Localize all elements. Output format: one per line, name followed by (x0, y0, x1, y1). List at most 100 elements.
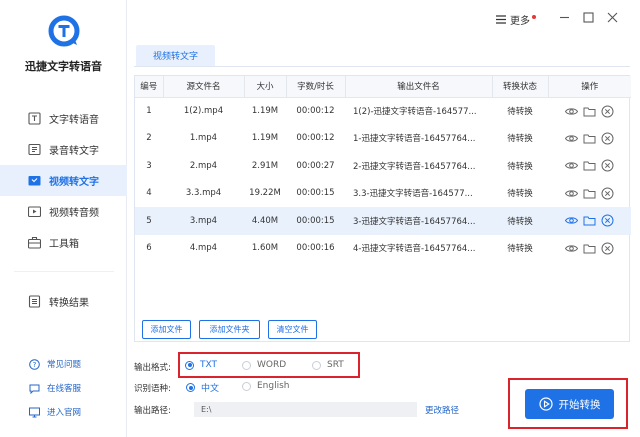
delete-x-icon[interactable] (601, 187, 614, 200)
sidebar-item-toolbox[interactable]: 工具箱 (0, 227, 127, 258)
video-audio-icon (28, 205, 41, 218)
add-folder-button[interactable]: 添加文件夹 (199, 320, 260, 339)
table-row[interactable]: 2 1.mp4 1.19M 00:00:12 1-迅捷文字转语音-1645776… (135, 125, 631, 153)
open-folder-icon[interactable] (583, 214, 596, 227)
sidebar-links: ? 常见问题 在线客服 进入官网 (0, 352, 127, 424)
delete-x-icon[interactable] (601, 132, 614, 145)
table-row-selected[interactable]: 5 3.mp4 4.40M 00:00:15 3-迅捷文字转语音-1645776… (135, 207, 631, 235)
link-official-site[interactable]: 进入官网 (0, 400, 127, 424)
tab-divider (134, 66, 630, 67)
cell-status: 待转换 (507, 107, 533, 117)
cell-source: 4.mp4 (189, 243, 218, 254)
delete-x-icon[interactable] (601, 159, 614, 172)
format-radio-word[interactable]: WORD (242, 360, 286, 370)
cell-output: 1(2)-迅捷文字转语音-164577... (353, 107, 477, 117)
svg-text:?: ? (33, 361, 37, 369)
lang-radio-english[interactable]: English (242, 381, 290, 391)
link-label: 在线客服 (47, 384, 82, 394)
cell-no: 2 (146, 133, 152, 144)
maximize-button[interactable] (581, 10, 595, 24)
sidebar-item-label: 录音转文字 (49, 146, 99, 157)
format-radio-srt[interactable]: SRT (312, 360, 344, 370)
maximize-icon (582, 11, 594, 23)
sidebar-item-label: 视频转音频 (49, 208, 99, 219)
sidebar-item-video-to-audio[interactable]: 视频转音频 (0, 196, 127, 227)
table-row[interactable]: 6 4.mp4 1.60M 00:00:16 4-迅捷文字转语音-1645776… (135, 235, 631, 263)
cell-source: 3.3.mp4 (185, 188, 222, 199)
open-folder-icon[interactable] (583, 187, 596, 200)
cell-output: 4-迅捷文字转语音-16457764... (353, 244, 476, 255)
open-folder-icon[interactable] (583, 242, 596, 255)
table-row[interactable]: 4 3.3.mp4 19.22M 00:00:15 3.3-迅捷文字转语音-16… (135, 180, 631, 208)
record-icon (28, 143, 41, 156)
sidebar-divider (14, 271, 114, 272)
open-folder-icon[interactable] (583, 159, 596, 172)
cell-size: 1.19M (251, 106, 279, 116)
text-to-speech-icon (28, 112, 41, 125)
cell-size: 1.60M (251, 243, 279, 254)
cell-source: 3.mp4 (163, 207, 244, 235)
sidebar-nav: 文字转语音 录音转文字 视频转文字 视频转音频 工具箱 转换结果 (0, 103, 127, 309)
play-icon (538, 397, 553, 411)
cell-no: 4 (146, 188, 152, 199)
notification-dot (532, 14, 536, 19)
cell-size: 2.91M (251, 160, 279, 171)
sidebar-item-record-to-text[interactable]: 录音转文字 (0, 134, 127, 165)
link-online-support[interactable]: 在线客服 (0, 376, 127, 400)
col-header: 输出文件名 (345, 76, 493, 98)
format-option-label: WORD (257, 360, 287, 370)
cell-duration: 00:00:27 (296, 160, 335, 171)
recognition-language-label: 识别语种: (134, 384, 171, 394)
cell-ops (548, 235, 631, 263)
radio-circle (242, 381, 251, 391)
preview-eye-icon[interactable] (565, 187, 578, 200)
delete-x-icon[interactable] (601, 242, 614, 255)
cell-duration: 00:00:16 (296, 243, 335, 254)
cell-output: 2-迅捷文字转语音-16457764... (353, 161, 476, 172)
close-icon (607, 12, 617, 22)
change-path-link[interactable]: 更改路径 (425, 404, 459, 416)
cell-source: 1(2).mp4 (183, 106, 224, 116)
preview-eye-icon[interactable] (565, 132, 578, 145)
cell-source: 2.mp4 (189, 160, 218, 171)
start-convert-button[interactable]: 开始转换 (525, 389, 614, 419)
preview-eye-icon[interactable] (565, 159, 578, 172)
lang-option-label: 中文 (201, 384, 220, 394)
tab-video-to-text[interactable]: 视频转文字 (136, 45, 215, 66)
table-row[interactable]: 3 2.mp4 2.91M 00:00:27 2-迅捷文字转语音-1645776… (135, 152, 631, 180)
monitor-icon (29, 407, 40, 418)
col-header: 字数/时长 (286, 76, 346, 98)
more-menu-button[interactable]: 更多 (496, 12, 536, 27)
open-folder-icon[interactable] (583, 132, 596, 145)
close-button[interactable] (605, 10, 619, 24)
preview-eye-icon[interactable] (565, 214, 578, 227)
cell-status: 待转换 (507, 134, 533, 145)
sidebar-item-text-to-speech[interactable]: 文字转语音 (0, 103, 127, 134)
clear-files-button[interactable]: 清空文件 (268, 320, 317, 339)
add-file-button[interactable]: 添加文件 (142, 320, 191, 339)
minimize-button[interactable] (557, 10, 571, 24)
format-option-label: SRT (327, 360, 344, 370)
col-header: 操作 (548, 76, 631, 98)
open-folder-icon[interactable] (583, 105, 596, 118)
sidebar-item-results[interactable]: 转换结果 (0, 286, 127, 317)
preview-eye-icon[interactable] (565, 242, 578, 255)
delete-x-icon[interactable] (601, 105, 614, 118)
preview-eye-icon[interactable] (565, 105, 578, 118)
output-format-label: 输出格式: (134, 363, 171, 373)
cell-ops (548, 207, 631, 235)
sidebar-item-video-to-text[interactable]: 视频转文字 (0, 165, 127, 196)
format-radio-txt[interactable]: TXT (185, 360, 217, 370)
cell-source: 1.mp4 (189, 133, 218, 144)
cell-status: 待转换 (507, 189, 533, 200)
delete-x-icon[interactable] (601, 214, 614, 227)
lang-radio-chinese[interactable]: 中文 (186, 381, 219, 394)
cell-no: 6 (146, 243, 152, 254)
cell-no: 1 (146, 106, 152, 116)
output-path-field[interactable]: E:\ (194, 402, 417, 417)
app-title: 迅捷文字转语音 (25, 60, 102, 73)
cell-no: 3 (146, 160, 152, 171)
table-row[interactable]: 1 1(2).mp4 1.19M 00:00:12 1(2)-迅捷文字转语音-1… (135, 97, 631, 125)
help-icon: ? (29, 358, 40, 370)
link-faq[interactable]: ? 常见问题 (0, 352, 127, 376)
